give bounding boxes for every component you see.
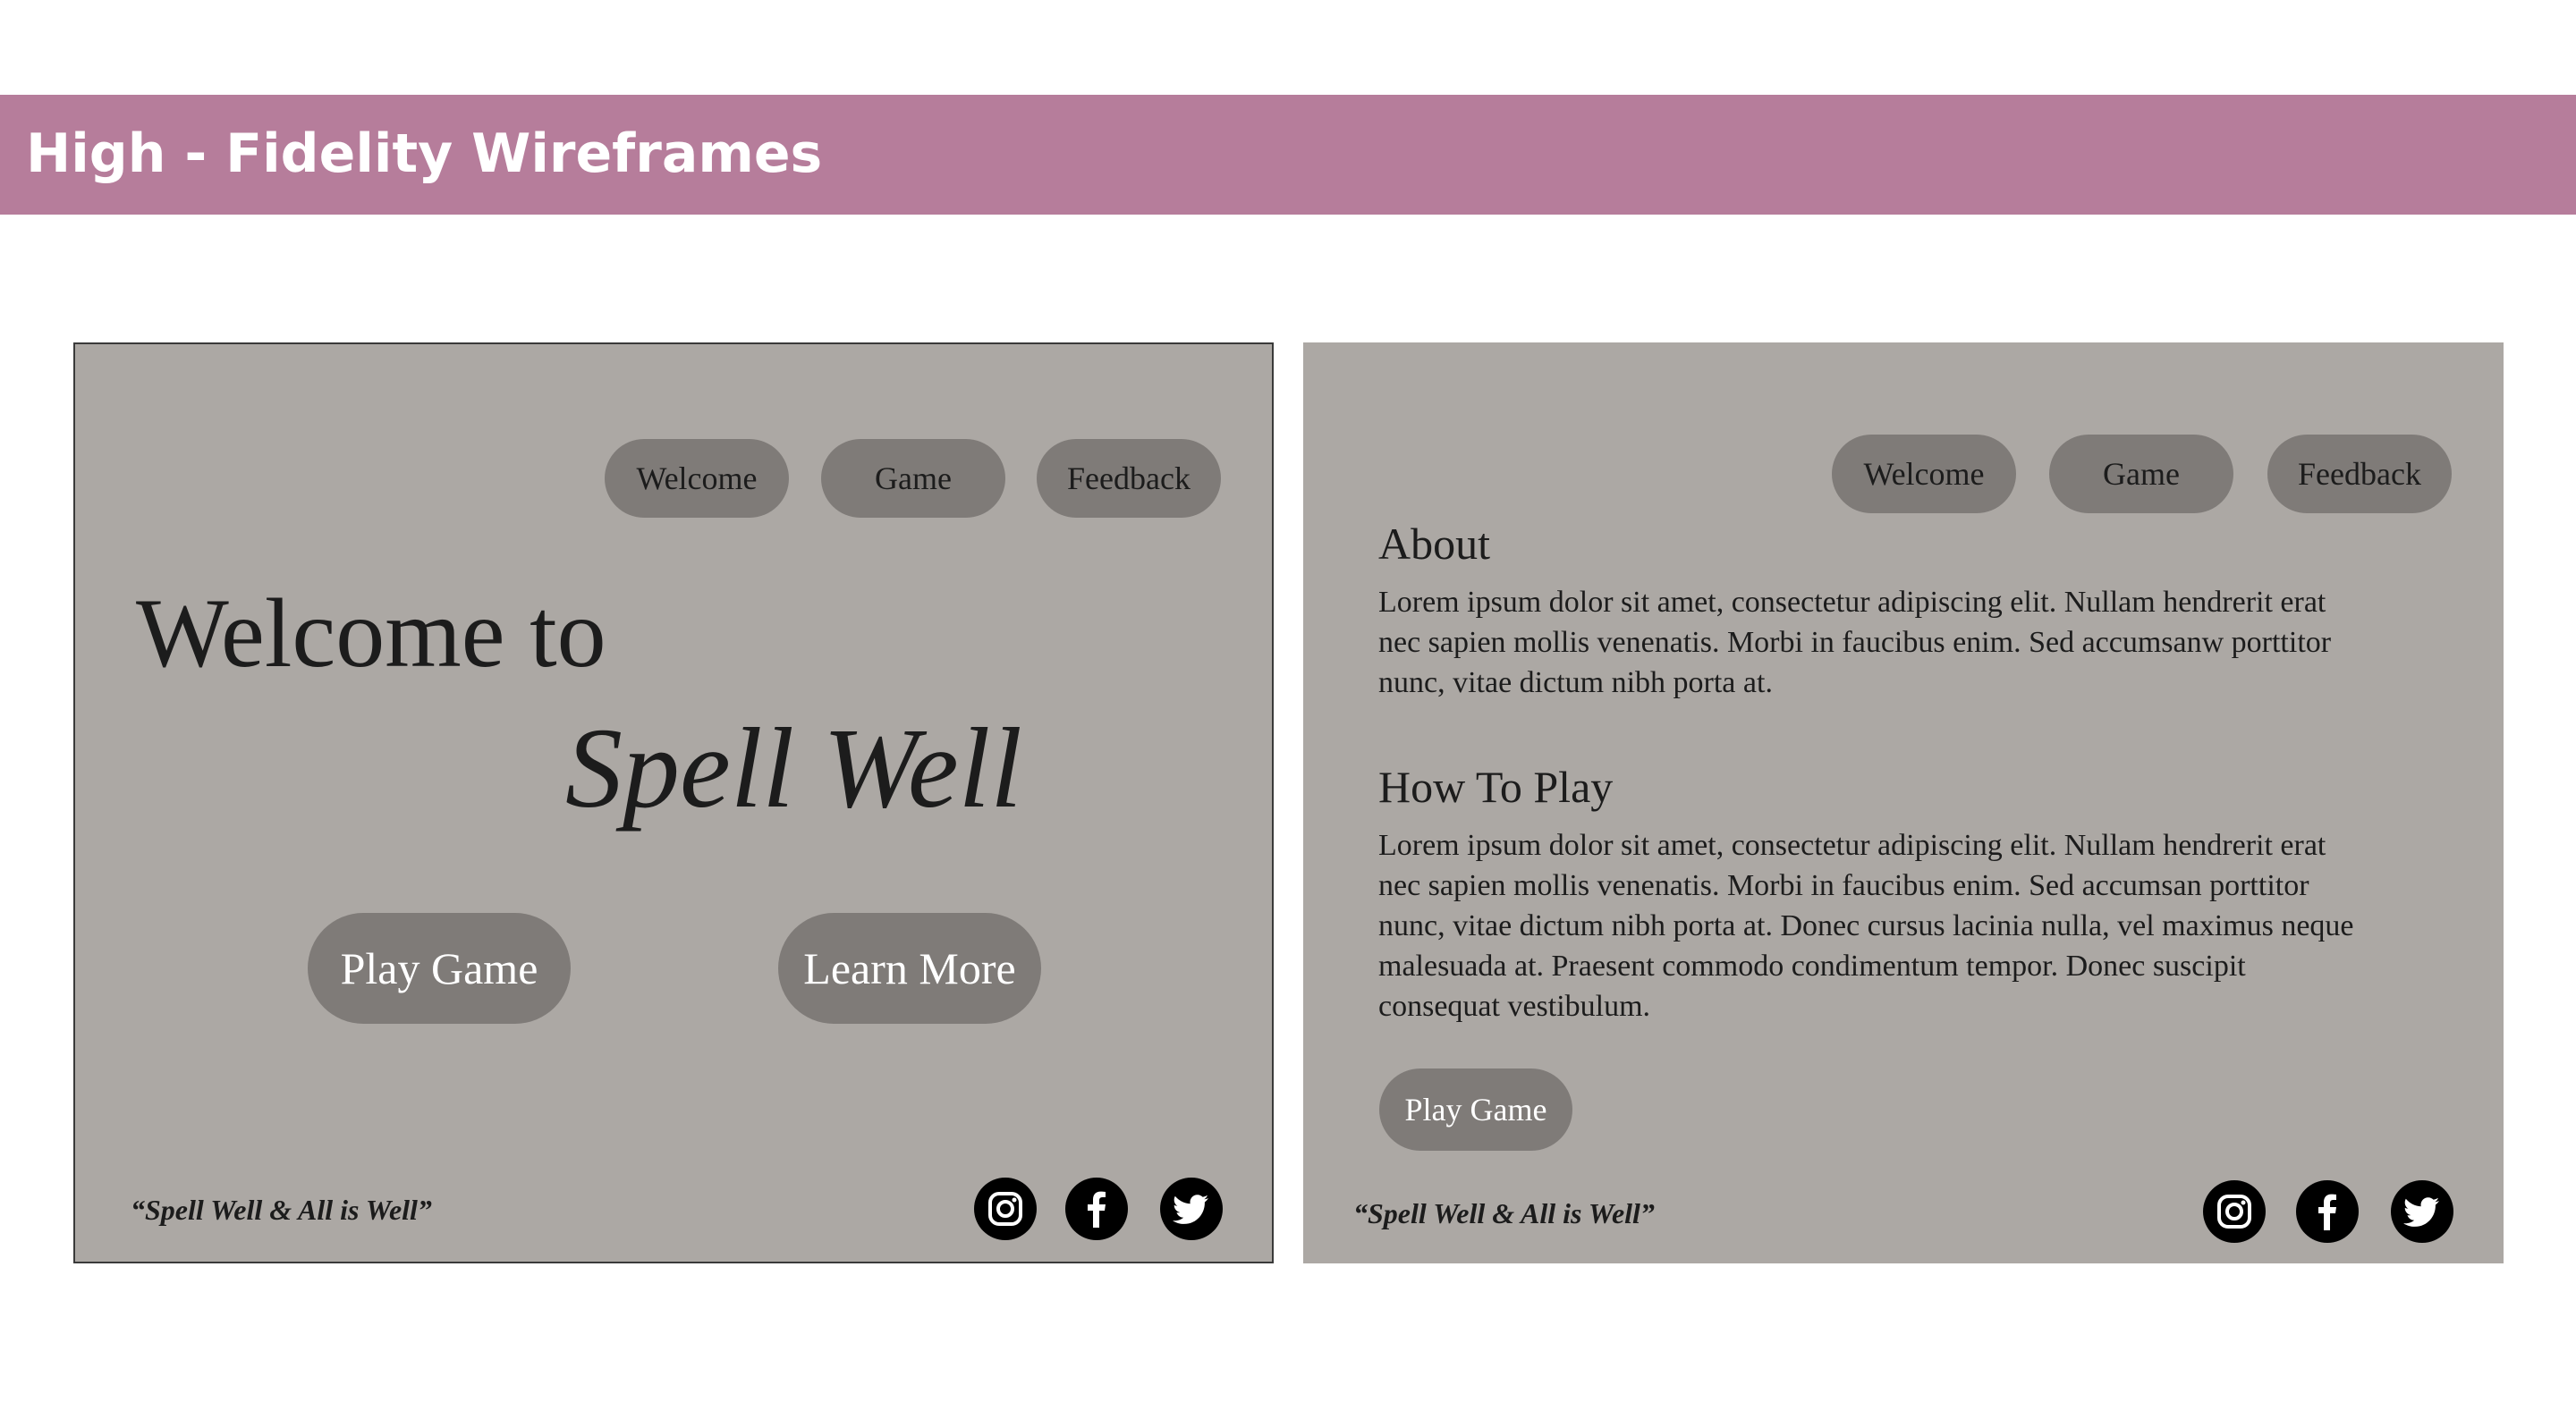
about-screen-wireframe: Welcome Game Feedback About Lorem ipsum …	[1303, 342, 2504, 1263]
title-bar: High - Fidelity Wireframes	[0, 95, 2576, 215]
play-game-button[interactable]: Play Game	[308, 913, 571, 1024]
learn-more-button[interactable]: Learn More	[778, 913, 1041, 1024]
tagline: “Spell Well & All is Well”	[131, 1194, 432, 1226]
nav-feedback-button[interactable]: Feedback	[2267, 435, 2452, 513]
twitter-icon[interactable]	[1160, 1178, 1223, 1240]
instagram-icon[interactable]	[2203, 1180, 2266, 1243]
how-to-play-heading: How To Play	[1378, 762, 1614, 812]
about-text: Lorem ipsum dolor sit amet, consectetur …	[1378, 586, 2332, 699]
play-game-button[interactable]: Play Game	[1379, 1068, 1572, 1151]
brand-title: Spell Well	[565, 705, 1022, 832]
nav-welcome-button[interactable]: Welcome	[605, 439, 789, 518]
about-heading: About	[1378, 519, 1490, 569]
tagline: “Spell Well & All is Well”	[1353, 1197, 1655, 1229]
welcome-screen-wireframe: Welcome Game Feedback Welcome to Spell W…	[73, 342, 1274, 1263]
welcome-heading: Welcome to	[136, 579, 606, 688]
nav-game-button[interactable]: Game	[2049, 435, 2233, 513]
instagram-icon[interactable]	[974, 1178, 1037, 1240]
twitter-icon[interactable]	[2391, 1180, 2453, 1243]
nav-feedback-button[interactable]: Feedback	[1037, 439, 1221, 518]
nav-game-button[interactable]: Game	[821, 439, 1005, 518]
page-title: High - Fidelity Wireframes	[26, 122, 823, 185]
facebook-icon[interactable]	[1065, 1178, 1128, 1240]
facebook-icon[interactable]	[2296, 1180, 2359, 1243]
nav-welcome-button[interactable]: Welcome	[1832, 435, 2016, 513]
how-to-play-text: Lorem ipsum dolor sit amet, consectetur …	[1378, 829, 2354, 1023]
